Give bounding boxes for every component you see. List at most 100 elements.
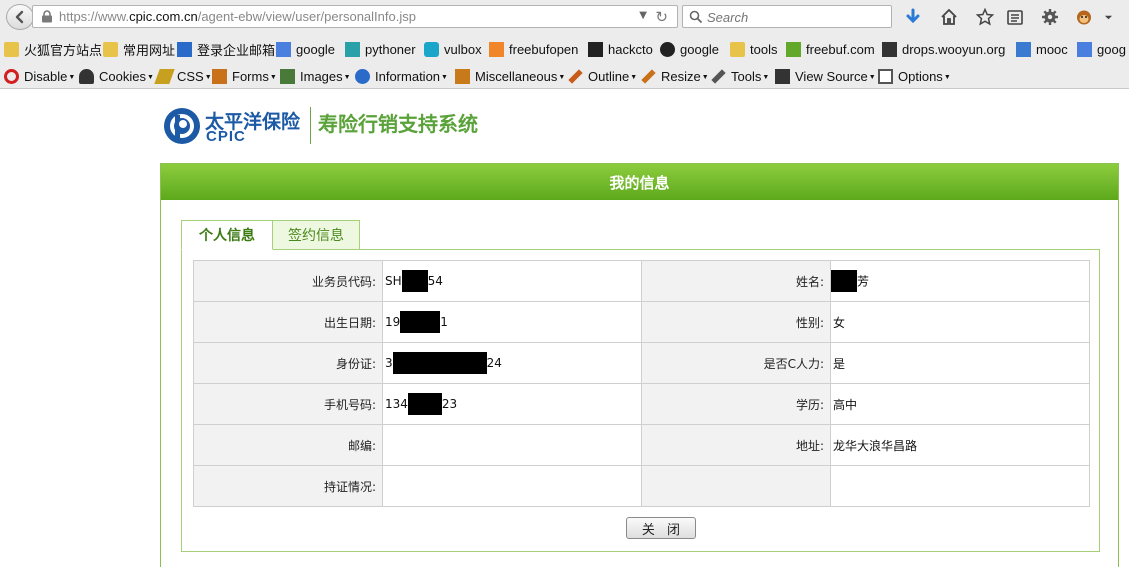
id-card-label: 身份证:: [193, 342, 383, 384]
devtool-menu-information[interactable]: Information ▼: [355, 67, 448, 85]
freebuf-icon: [489, 41, 504, 57]
lock-icon: [42, 10, 52, 23]
devtool-menu-disable[interactable]: Disable ▼: [4, 67, 75, 85]
bookmark-item[interactable]: goog: [1077, 40, 1126, 58]
cpic-logo-icon: [164, 108, 200, 144]
bookmark-item[interactable]: freebufopen: [489, 40, 578, 58]
web-developer-toolbar: Disable ▼ Cookies ▼ CSS ▼ Forms ▼ Images ▼ In…: [0, 63, 1129, 89]
bookmark-item[interactable]: hackcto: [588, 40, 653, 58]
devtool-menu-forms[interactable]: Forms ▼: [212, 67, 277, 85]
address-value: 龙华大浪华昌路: [830, 424, 1090, 466]
devtool-menu-miscellaneous[interactable]: Miscellaneous ▼: [455, 67, 565, 85]
wooyun-icon: [882, 41, 897, 57]
home-icon[interactable]: [938, 6, 960, 28]
personal-info-content: 业务员代码: SH 54 姓名: 芳 出生日期: 19 1 性别: 女 身份证: 3…: [181, 249, 1100, 552]
bookmark-item[interactable]: google: [276, 40, 335, 58]
bookmark-item[interactable]: 常用网址: [103, 40, 175, 58]
bookmark-item[interactable]: mooc: [1016, 40, 1068, 58]
google-icon: [1077, 41, 1092, 57]
search-input[interactable]: [707, 8, 887, 26]
agent-code-label: 业务员代码:: [193, 260, 383, 302]
id-card-value: 3 24: [382, 342, 642, 384]
site-logo: 太平洋保险 CPIC 寿险行销支持系统: [163, 105, 493, 147]
devtool-menu-options[interactable]: Options ▼: [878, 67, 951, 85]
gear-icon[interactable]: [1039, 6, 1061, 28]
folder-icon: [730, 41, 745, 57]
personal-info-table: 业务员代码: SH 54 姓名: 芳 出生日期: 19 1 性别: 女 身份证: 3…: [193, 260, 1090, 507]
outline-icon: [568, 68, 583, 84]
table-row: 业务员代码: SH 54 姓名: 芳: [193, 260, 1090, 302]
folder-icon: [103, 41, 118, 57]
system-title: 寿险行销支持系统: [318, 112, 478, 136]
search-icon: [689, 10, 703, 24]
tab-personal-info[interactable]: 个人信息: [181, 220, 273, 250]
mooc-icon: [1016, 41, 1031, 57]
devtool-menu-tools[interactable]: Tools ▼: [711, 67, 769, 85]
logo-divider: [310, 107, 311, 144]
redaction-box: [401, 270, 428, 292]
devtool-menu-images[interactable]: Images ▼: [280, 67, 351, 85]
folder-icon: [4, 41, 19, 57]
panel-title: 我的信息: [161, 164, 1118, 200]
reload-icon[interactable]: ↻: [655, 8, 668, 26]
c-staff-value: 是: [830, 342, 1090, 384]
python-icon: [345, 41, 360, 57]
education-value: 高中: [830, 383, 1090, 425]
url-history-dropdown-icon[interactable]: ▼: [639, 10, 647, 21]
c-staff-label: 是否C人力:: [641, 342, 831, 384]
bookmark-item[interactable]: 火狐官方站点: [4, 40, 102, 58]
certificate-label: 持证情况:: [193, 465, 383, 507]
reader-icon[interactable]: [1004, 6, 1026, 28]
star-icon[interactable]: [974, 6, 996, 28]
options-icon: [878, 68, 893, 84]
browser-navbar: https://www.cpic.com.cn/agent-ebw/view/u…: [0, 0, 1129, 34]
devtool-menu-cookies[interactable]: Cookies ▼: [79, 67, 154, 85]
misc-icon: [455, 68, 470, 84]
table-row: 身份证: 3 24 是否C人力: 是: [193, 342, 1090, 384]
monkey-icon[interactable]: [1073, 6, 1095, 28]
devtool-menu-view-source[interactable]: View Source ▼: [775, 67, 876, 85]
tab-contract-info[interactable]: 签约信息: [272, 220, 360, 250]
url-bar[interactable]: https://www.cpic.com.cn/agent-ebw/view/u…: [32, 5, 678, 28]
gender-label: 性别:: [641, 301, 831, 343]
freebuf-f-icon: [786, 41, 801, 57]
view-source-icon: [775, 68, 790, 84]
devtool-menu-css[interactable]: CSS ▼: [154, 67, 212, 85]
mobile-value: 134 23: [382, 383, 642, 425]
css-icon: [154, 68, 175, 84]
devtool-menu-outline[interactable]: Outline ▼: [568, 67, 637, 85]
company-name-en: CPIC: [206, 128, 246, 145]
bookmark-item[interactable]: drops.wooyun.org: [882, 40, 1005, 58]
forms-icon: [212, 68, 227, 84]
bookmark-item[interactable]: freebuf.com: [786, 40, 875, 58]
search-bar[interactable]: [682, 5, 892, 28]
bookmark-item[interactable]: tools: [730, 40, 777, 58]
redaction-box: [400, 311, 441, 333]
gender-value: 女: [830, 301, 1090, 343]
devtool-menu-resize[interactable]: Resize ▼: [641, 67, 709, 85]
redaction-box: [831, 270, 857, 292]
bookmark-item[interactable]: google: [660, 40, 719, 58]
bookmark-item[interactable]: 登录企业邮箱: [177, 40, 275, 58]
bookmark-item[interactable]: pythoner: [345, 40, 416, 58]
agent-code-value: SH 54: [382, 260, 642, 302]
github-icon: [660, 41, 675, 57]
my-info-panel: 我的信息 个人信息 签约信息 业务员代码: SH 54 姓名: 芳 出生日期: 1…: [160, 163, 1119, 567]
birth-date-value: 19 1: [382, 301, 642, 343]
bookmark-item[interactable]: vulbox: [424, 40, 482, 58]
google-icon: [276, 41, 291, 57]
redaction-box: [392, 352, 487, 374]
resize-icon: [641, 68, 656, 84]
vulbox-icon: [424, 41, 439, 57]
download-icon[interactable]: [902, 6, 924, 28]
close-button[interactable]: 关 闭: [626, 517, 696, 539]
mail-icon: [177, 41, 192, 57]
url-text[interactable]: https://www.cpic.com.cn/agent-ebw/view/u…: [59, 9, 416, 24]
back-button[interactable]: [6, 4, 34, 30]
table-row: 持证情况:: [193, 465, 1090, 507]
name-label: 姓名:: [641, 260, 831, 302]
menu-arrow-icon[interactable]: [1100, 6, 1116, 28]
table-row: 邮编: 地址: 龙华大浪华昌路: [193, 424, 1090, 466]
cookies-icon: [79, 68, 94, 84]
info-icon: [355, 68, 370, 84]
